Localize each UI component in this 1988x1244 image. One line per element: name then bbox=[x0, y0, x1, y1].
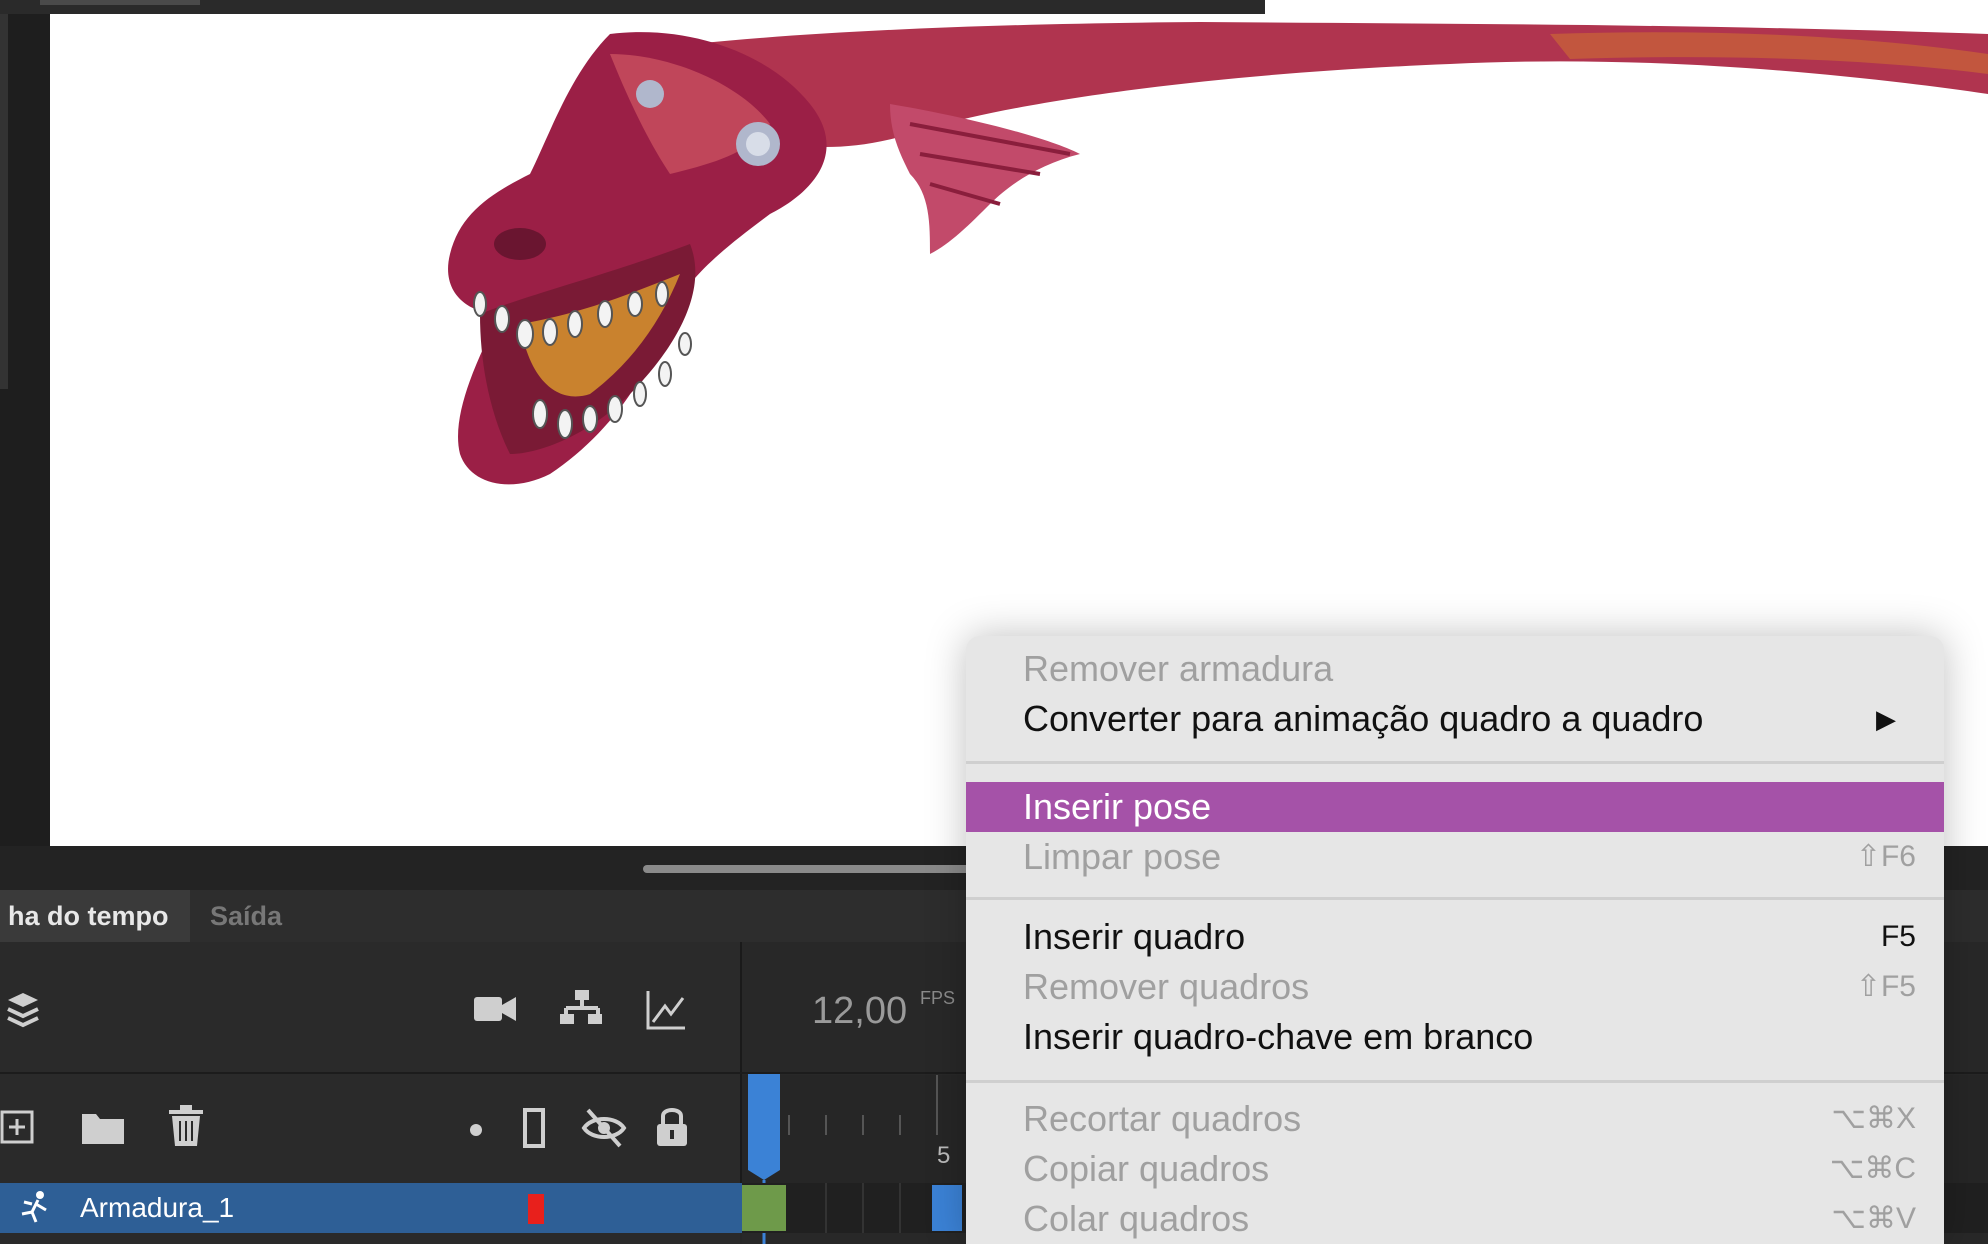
menu-item-cut-frames[interactable]: Recortar quadros ⌥⌘X bbox=[966, 1094, 1944, 1144]
menu-item-copy-frames[interactable]: Copiar quadros ⌥⌘C bbox=[966, 1144, 1944, 1194]
menu-item-label: Inserir quadro-chave em branco bbox=[1023, 1016, 1534, 1057]
add-layer-icon[interactable] bbox=[0, 1110, 36, 1146]
menu-separator bbox=[966, 897, 1944, 900]
layer-color-swatch[interactable] bbox=[528, 1194, 544, 1224]
menu-separator bbox=[966, 1080, 1944, 1083]
fps-value[interactable]: 12,00 bbox=[812, 990, 907, 1033]
layer-row-armadura[interactable]: Armadura_1 bbox=[0, 1183, 742, 1233]
frame-number-label: 5 bbox=[937, 1142, 951, 1169]
menu-item-label: Inserir pose bbox=[1023, 786, 1212, 827]
menu-item-insert-frame[interactable]: Inserir quadro F5 bbox=[966, 912, 1944, 962]
camera-icon[interactable] bbox=[472, 992, 518, 1026]
menu-item-label: Copiar quadros bbox=[1023, 1148, 1270, 1189]
menu-item-label: Inserir quadro bbox=[1023, 916, 1246, 957]
menu-item-label: Remover armadura bbox=[1023, 648, 1334, 689]
context-menu: Remover armadura Converter para animação… bbox=[966, 636, 1944, 1244]
menu-item-insert-blank-keyframe[interactable]: Inserir quadro-chave em branco bbox=[966, 1012, 1944, 1062]
layers-icon[interactable] bbox=[6, 990, 40, 1030]
menu-item-label: Converter para animação quadro a quadro bbox=[1023, 698, 1704, 739]
menu-item-remove-armature[interactable]: Remover armadura bbox=[966, 644, 1944, 694]
left-panel-edge bbox=[0, 14, 8, 389]
menu-separator bbox=[966, 761, 1944, 764]
menu-item-clear-pose[interactable]: Limpar pose ⇧F6 bbox=[966, 832, 1944, 882]
menu-item-label: Limpar pose bbox=[1023, 836, 1222, 877]
menu-item-shortcut: ⌥⌘C bbox=[1829, 1152, 1916, 1185]
pose-frame-cell bbox=[932, 1185, 962, 1231]
menu-item-label: Remover quadros bbox=[1023, 966, 1310, 1007]
menu-item-remove-frames[interactable]: Remover quadros ⇧F5 bbox=[966, 962, 1944, 1012]
tab-timeline[interactable]: ha do tempo bbox=[0, 890, 190, 942]
graph-icon[interactable] bbox=[645, 988, 687, 1032]
menu-item-insert-pose[interactable]: Inserir pose bbox=[966, 782, 1944, 832]
tab-output[interactable]: Saída bbox=[194, 890, 304, 942]
menu-item-convert-frame-by-frame[interactable]: Converter para animação quadro a quadro … bbox=[966, 694, 1944, 744]
stage-top-edge bbox=[1265, 0, 1988, 14]
submenu-arrow-icon: ▶ bbox=[1876, 704, 1896, 734]
layer-name[interactable]: Armadura_1 bbox=[80, 1183, 234, 1233]
menu-item-label: Recortar quadros bbox=[1023, 1098, 1302, 1139]
menu-item-shortcut: F5 bbox=[1880, 920, 1916, 953]
armature-layer-icon bbox=[21, 1191, 47, 1223]
top-toolbar-strip bbox=[0, 0, 1265, 14]
top-tab-indicator bbox=[40, 0, 200, 5]
menu-item-shortcut: ⇧F6 bbox=[1855, 840, 1916, 873]
menu-item-shortcut: ⇧F5 bbox=[1855, 970, 1916, 1003]
fps-unit-label: FPS bbox=[920, 988, 956, 1008]
lock-icon[interactable] bbox=[654, 1104, 690, 1148]
trash-icon[interactable] bbox=[166, 1104, 206, 1148]
folder-icon[interactable] bbox=[80, 1108, 126, 1146]
keyframe-cell bbox=[742, 1185, 786, 1231]
menu-item-shortcut: ⌥⌘V bbox=[1831, 1202, 1916, 1235]
menu-item-paste-frames[interactable]: Colar quadros ⌥⌘V bbox=[966, 1194, 1944, 1244]
hide-icon[interactable] bbox=[580, 1106, 628, 1150]
menu-item-label: Colar quadros bbox=[1023, 1198, 1250, 1239]
menu-item-shortcut: ⌥⌘X bbox=[1831, 1102, 1916, 1135]
parenting-icon[interactable] bbox=[560, 988, 604, 1032]
outline-icon[interactable] bbox=[522, 1107, 546, 1149]
dot-icon[interactable] bbox=[470, 1124, 482, 1136]
